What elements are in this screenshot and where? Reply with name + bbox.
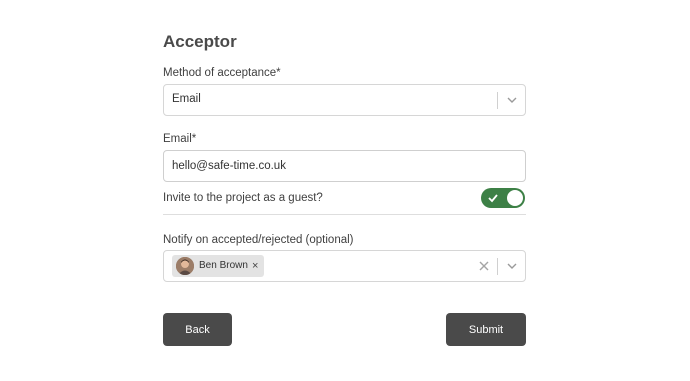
method-selected-value: Email [172,93,201,105]
chevron-down-icon[interactable] [505,259,519,273]
email-label: Email* [163,133,197,145]
chip-remove-button[interactable]: × [252,259,258,273]
back-button[interactable]: Back [163,313,232,346]
check-icon [488,194,498,203]
notify-multiselect[interactable]: Ben Brown × [163,250,526,282]
selected-user-chip: Ben Brown × [172,255,264,277]
method-label: Method of acceptance* [163,67,281,79]
chip-name: Ben Brown [199,260,248,271]
close-icon[interactable] [478,259,490,273]
method-select[interactable]: Email [163,84,526,116]
acceptor-form: Acceptor Method of acceptance* Email Ema… [163,0,526,381]
notify-label: Notify on accepted/rejected (optional) [163,234,354,246]
guest-label: Invite to the project as a guest? [163,192,323,204]
select-divider [497,92,498,109]
toggle-knob [507,190,523,206]
row-divider [163,214,526,215]
page-title: Acceptor [163,32,237,51]
submit-button[interactable]: Submit [446,313,526,346]
chevron-down-icon[interactable] [505,93,519,107]
guest-toggle[interactable] [481,188,525,208]
select-divider [497,258,498,275]
email-field[interactable] [163,150,526,182]
avatar [176,257,194,275]
